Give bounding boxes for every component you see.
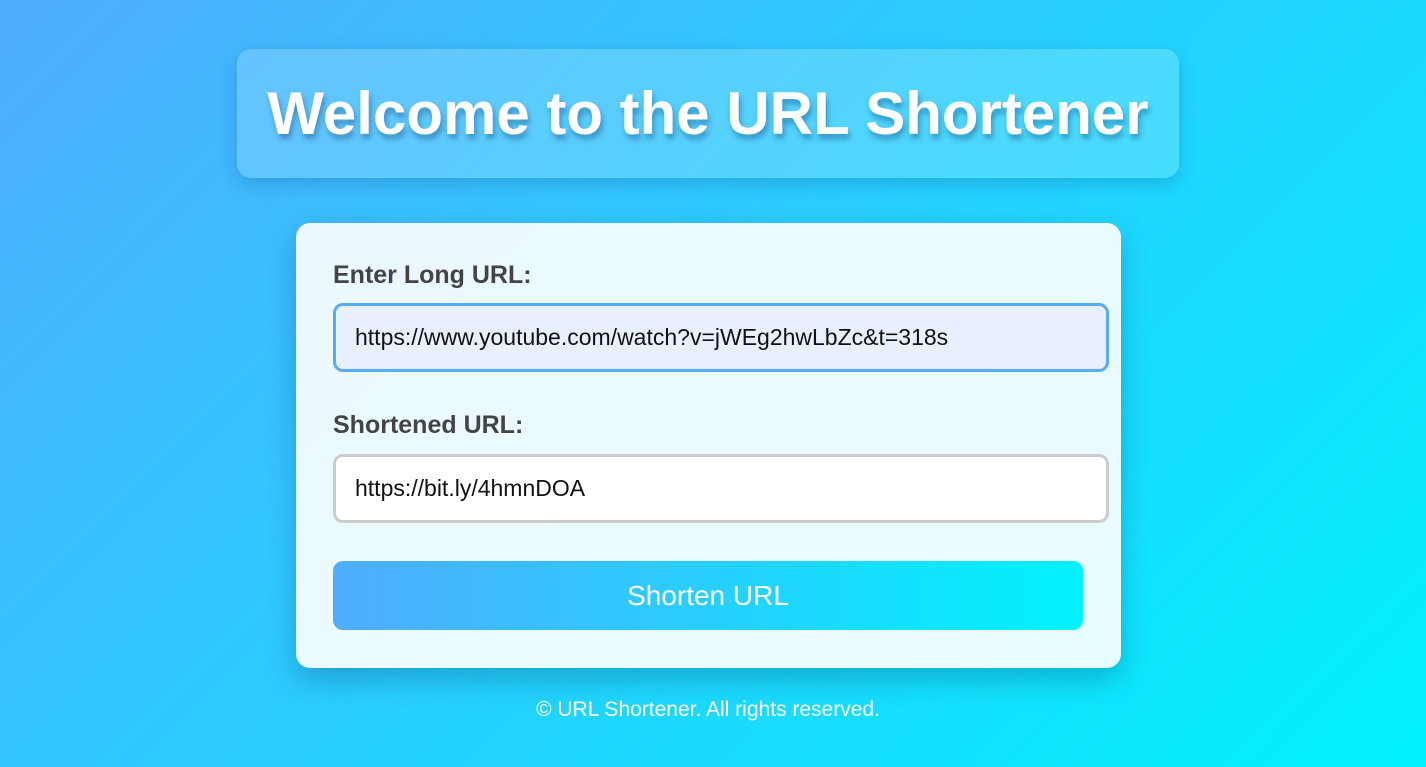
long-url-label: Enter Long URL: — [333, 261, 532, 289]
shorten-url-button[interactable]: Shorten URL — [333, 561, 1083, 630]
shortened-url-label: Shortened URL: — [333, 411, 524, 439]
page-title: Welcome to the URL Shortener — [267, 79, 1149, 147]
header-banner: Welcome to the URL Shortener — [237, 49, 1179, 178]
long-url-input[interactable] — [333, 303, 1109, 372]
footer-copyright: © URL Shortener. All rights reserved. — [536, 698, 880, 721]
shortened-url-output[interactable] — [333, 454, 1109, 523]
url-form-card: Enter Long URL: Shortened URL: Shorten U… — [296, 223, 1121, 668]
page-background: { "header": { "title": "Welcome to the U… — [0, 0, 1426, 767]
